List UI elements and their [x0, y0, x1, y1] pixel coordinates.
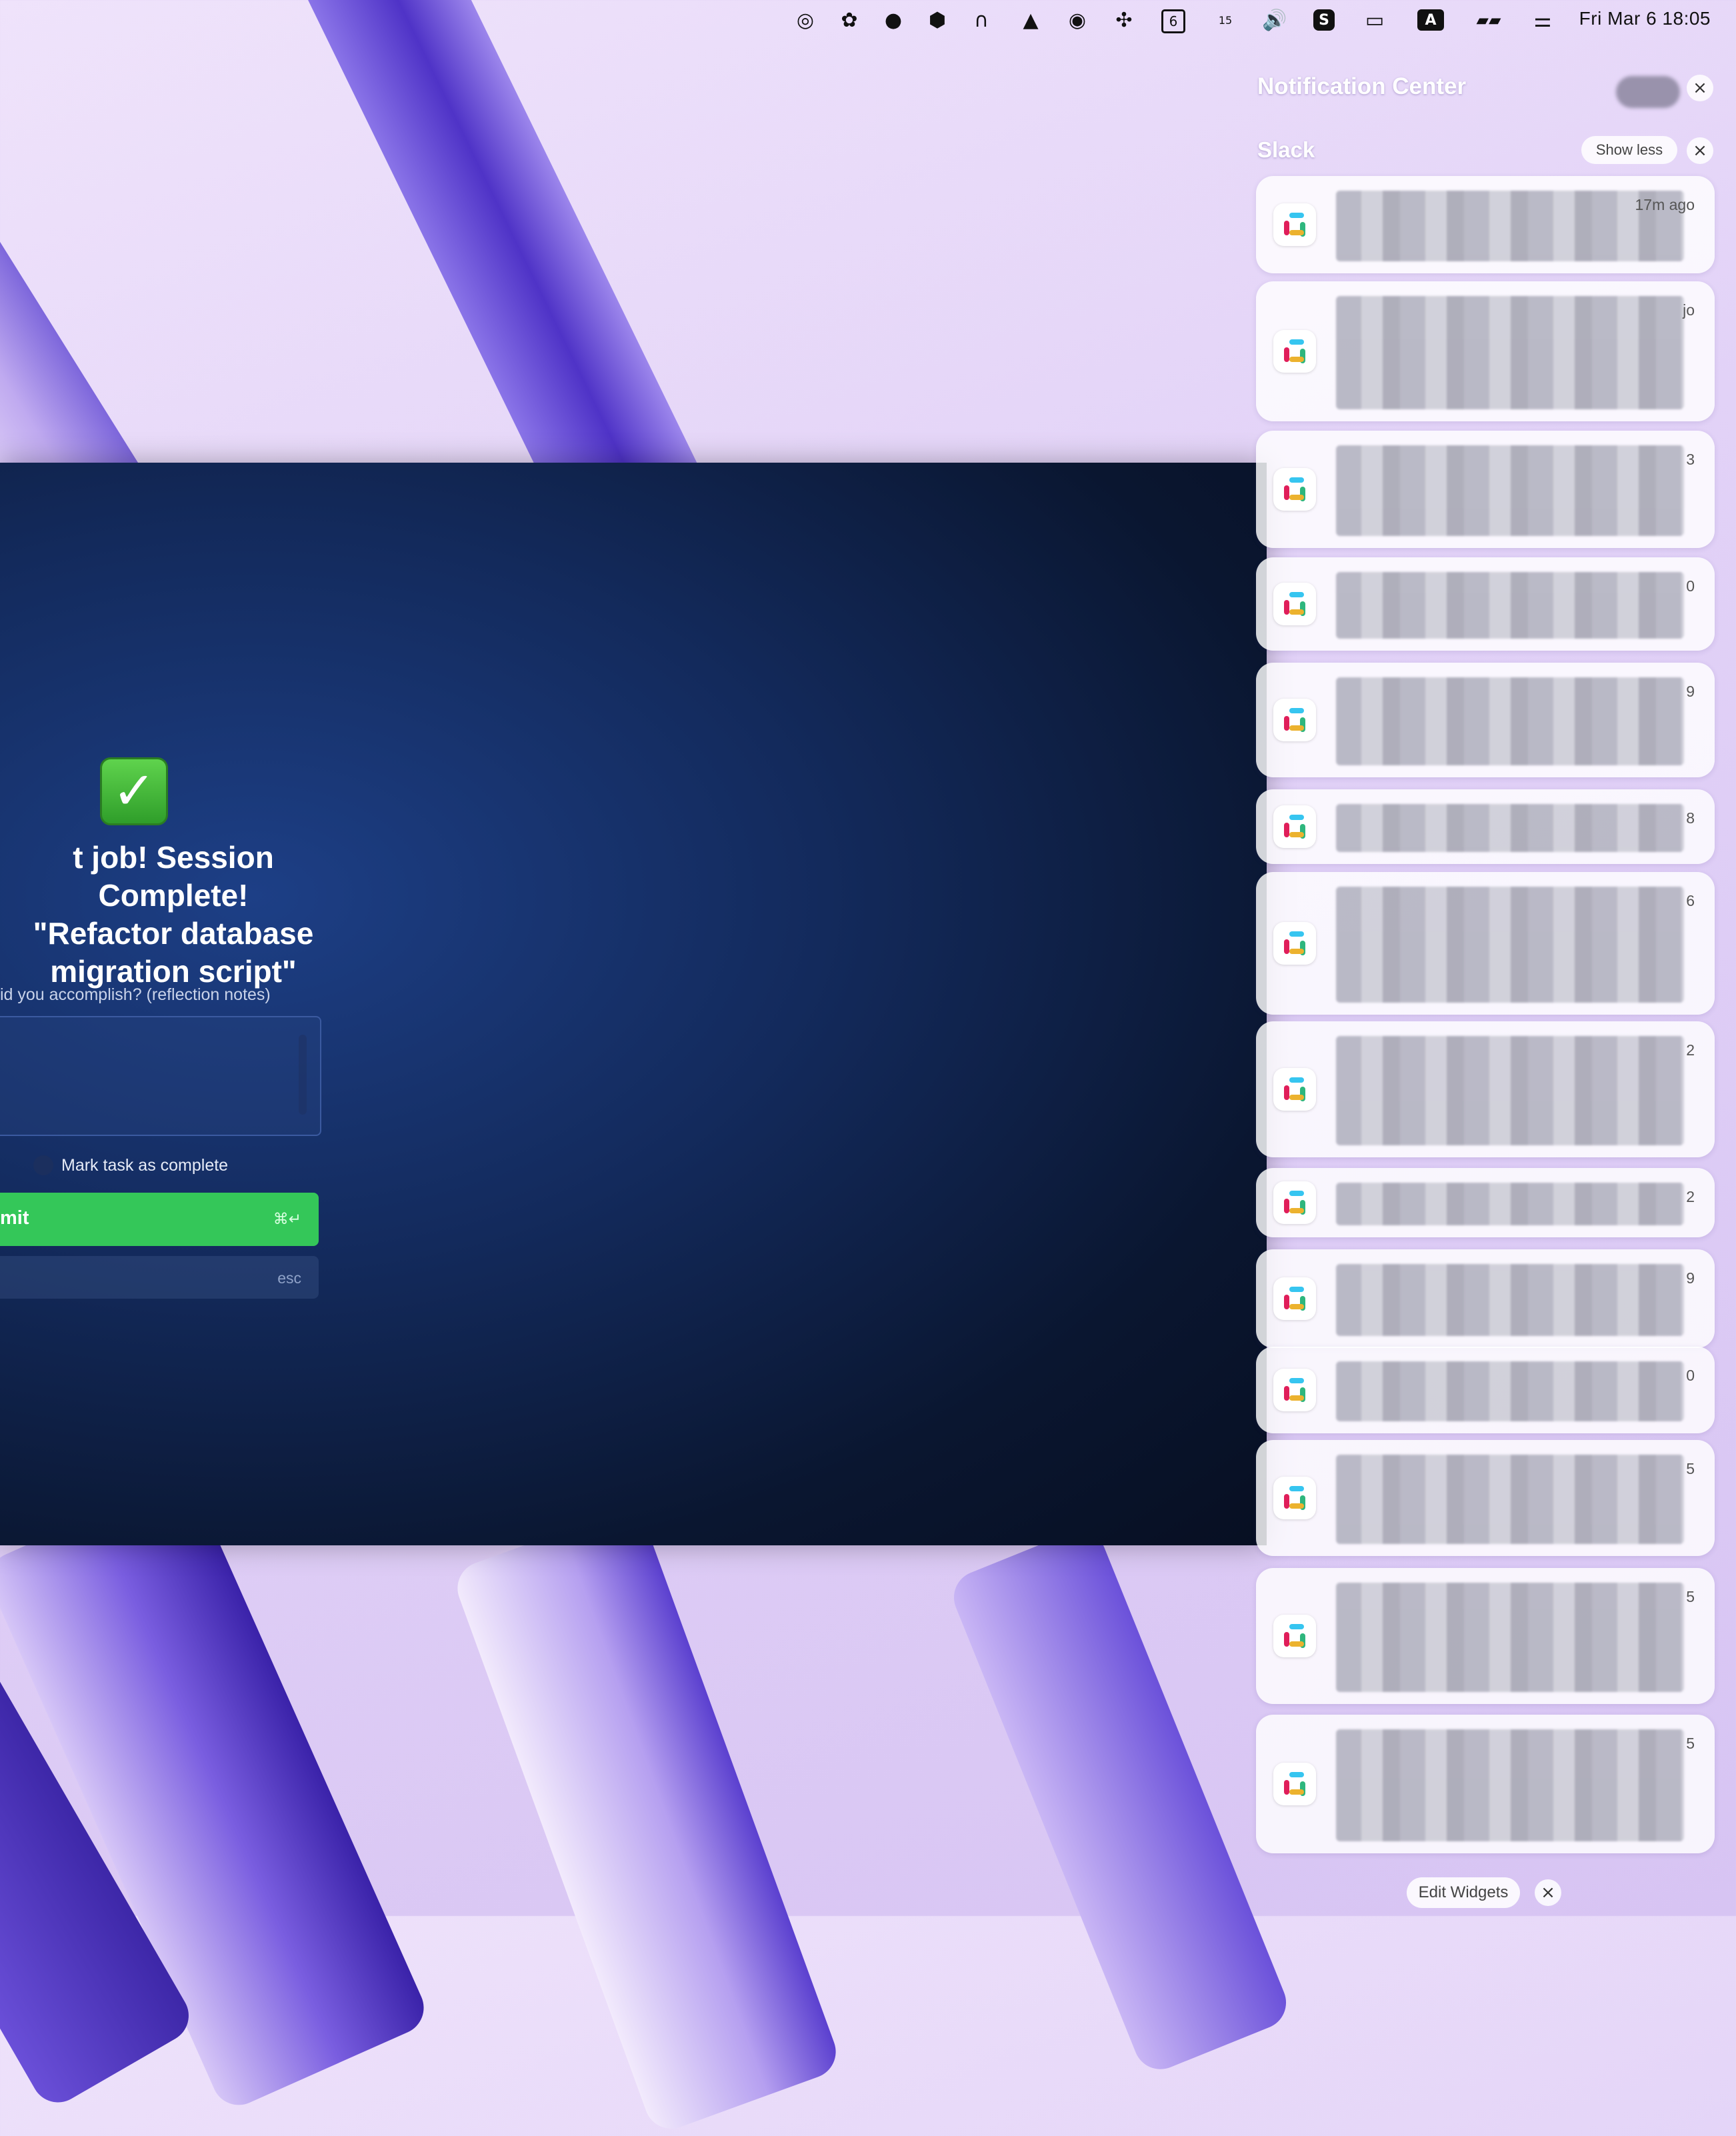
control-center-icon[interactable]: ⚌: [1531, 8, 1555, 32]
menu-clock[interactable]: Fri Mar 6 18:05: [1579, 8, 1711, 29]
reflection-notes-input[interactable]: [0, 1016, 321, 1136]
slack-notification[interactable]: 9: [1256, 663, 1715, 777]
mark-complete-label[interactable]: Mark task as complete: [61, 1156, 228, 1175]
redacted-avatar: [1616, 76, 1680, 108]
volume-icon[interactable]: 🔊: [1262, 8, 1287, 32]
checkmark-icon: ✓: [100, 757, 168, 825]
slack-icon: [1273, 922, 1316, 965]
box-icon[interactable]: ⬢: [925, 8, 949, 32]
slack-icon: [1273, 805, 1316, 848]
submit-label: mit: [0, 1207, 29, 1229]
notification-time: 6: [1686, 892, 1695, 909]
slack-notification[interactable]: 0: [1256, 1347, 1715, 1433]
mountain-icon[interactable]: ▲: [1019, 8, 1043, 32]
mark-complete-checkbox[interactable]: [33, 1155, 53, 1175]
slack-notification[interactable]: 6: [1256, 872, 1715, 1015]
spiral-icon[interactable]: ◉: [1065, 8, 1089, 32]
notification-time: 5: [1686, 1588, 1695, 1605]
slack-notification[interactable]: 3: [1256, 431, 1715, 548]
slack-icon: [1273, 1763, 1316, 1805]
slack-icon: [1273, 1068, 1316, 1111]
notification-time: 9: [1686, 683, 1695, 700]
cancel-button[interactable]: esc: [0, 1256, 319, 1299]
notification-time: 9: [1686, 1269, 1695, 1287]
wallpaper-ribbon: [450, 1503, 843, 2136]
calendar-icon[interactable]: 6: [1161, 9, 1185, 33]
redacted-message: [1336, 887, 1684, 1003]
slack-icon: [1273, 203, 1316, 246]
slack-icon: [1273, 1477, 1316, 1519]
battery-icon[interactable]: ▰▰: [1472, 8, 1505, 32]
close-group-icon[interactable]: ×: [1687, 137, 1713, 164]
slack-notification[interactable]: 2: [1256, 1168, 1715, 1237]
s-app-icon[interactable]: S: [1313, 9, 1335, 31]
notification-time: 17m ago: [1635, 196, 1695, 213]
redacted-message: [1336, 445, 1684, 536]
slack-icon: [1273, 699, 1316, 741]
notification-time: 3: [1686, 451, 1695, 468]
redacted-message: [1336, 677, 1684, 765]
redacted-message: [1336, 804, 1684, 852]
show-less-button[interactable]: Show less: [1581, 136, 1677, 164]
redacted-message: [1336, 1361, 1684, 1421]
slack-notification[interactable]: 8: [1256, 789, 1715, 864]
submit-button[interactable]: mit ⌘↵: [0, 1193, 319, 1246]
chatgpt-icon[interactable]: ✿: [837, 8, 861, 32]
notification-time: 0: [1686, 577, 1695, 595]
slack-notification[interactable]: 2: [1256, 1021, 1715, 1157]
menu-bar: ◎ ✿ ● ⬢ ∩ ▲ ◉ ✣ 6 15 🔊 S ▭ A ▰▰ ⚌ Fri Ma…: [0, 0, 1736, 40]
notification-time: 2: [1686, 1041, 1695, 1059]
sync-icon[interactable]: ✣: [1112, 8, 1136, 32]
cancel-shortcut: esc: [277, 1269, 301, 1287]
slack-icon: [1273, 330, 1316, 373]
close-widgets-icon[interactable]: ×: [1535, 1879, 1561, 1906]
redacted-message: [1336, 296, 1684, 409]
tunnel-icon[interactable]: ∩: [969, 8, 993, 32]
bomb-icon[interactable]: ●: [881, 8, 905, 32]
redacted-message: [1336, 1583, 1684, 1692]
record-icon[interactable]: ◎: [793, 8, 817, 32]
close-icon[interactable]: ×: [1687, 75, 1713, 101]
slack-icon: [1273, 1615, 1316, 1657]
slack-notification[interactable]: jo: [1256, 281, 1715, 421]
reflection-label: id you accomplish? (reflection notes): [0, 985, 271, 1004]
slack-icon: [1273, 1277, 1316, 1320]
redacted-message: [1336, 1036, 1684, 1145]
cloud-icon[interactable]: 15: [1213, 8, 1237, 32]
notification-time: 5: [1686, 1460, 1695, 1477]
wallpaper-ribbon: [945, 1523, 1295, 2077]
notification-time: 8: [1686, 809, 1695, 827]
reflection-scrollbar[interactable]: [299, 1035, 307, 1115]
slack-notification[interactable]: 17m ago: [1256, 176, 1715, 273]
slack-icon: [1273, 1369, 1316, 1411]
notification-time: 2: [1686, 1188, 1695, 1205]
title-line: "Refactor database: [33, 916, 314, 951]
notification-time: jo: [1683, 301, 1695, 319]
display-icon[interactable]: ▭: [1363, 8, 1387, 32]
slack-group-title: Slack: [1257, 137, 1315, 162]
redacted-message: [1336, 191, 1684, 261]
submit-shortcut: ⌘↵: [273, 1210, 301, 1227]
redacted-message: [1336, 1455, 1684, 1544]
slack-icon: [1273, 583, 1316, 625]
slack-notification[interactable]: 5: [1256, 1568, 1715, 1704]
slack-notification[interactable]: 5: [1256, 1440, 1715, 1556]
slack-notification[interactable]: 0: [1256, 557, 1715, 651]
redacted-message: [1336, 1264, 1684, 1336]
slack-icon: [1273, 1181, 1316, 1224]
slack-notification[interactable]: 9: [1256, 1249, 1715, 1348]
redacted-message: [1336, 1183, 1684, 1225]
redacted-message: [1336, 1729, 1684, 1841]
session-complete-title: t job! Session Complete! "Refactor datab…: [0, 839, 347, 991]
edit-widgets-button[interactable]: Edit Widgets: [1407, 1877, 1520, 1908]
notification-center-title: Notification Center: [1257, 73, 1467, 99]
title-line: t job! Session Complete!: [73, 840, 274, 913]
notification-time: 0: [1686, 1367, 1695, 1384]
a-app-icon[interactable]: A: [1417, 9, 1444, 31]
redacted-message: [1336, 572, 1684, 639]
notification-time: 5: [1686, 1735, 1695, 1752]
slack-notification[interactable]: 5: [1256, 1715, 1715, 1853]
slack-icon: [1273, 468, 1316, 511]
